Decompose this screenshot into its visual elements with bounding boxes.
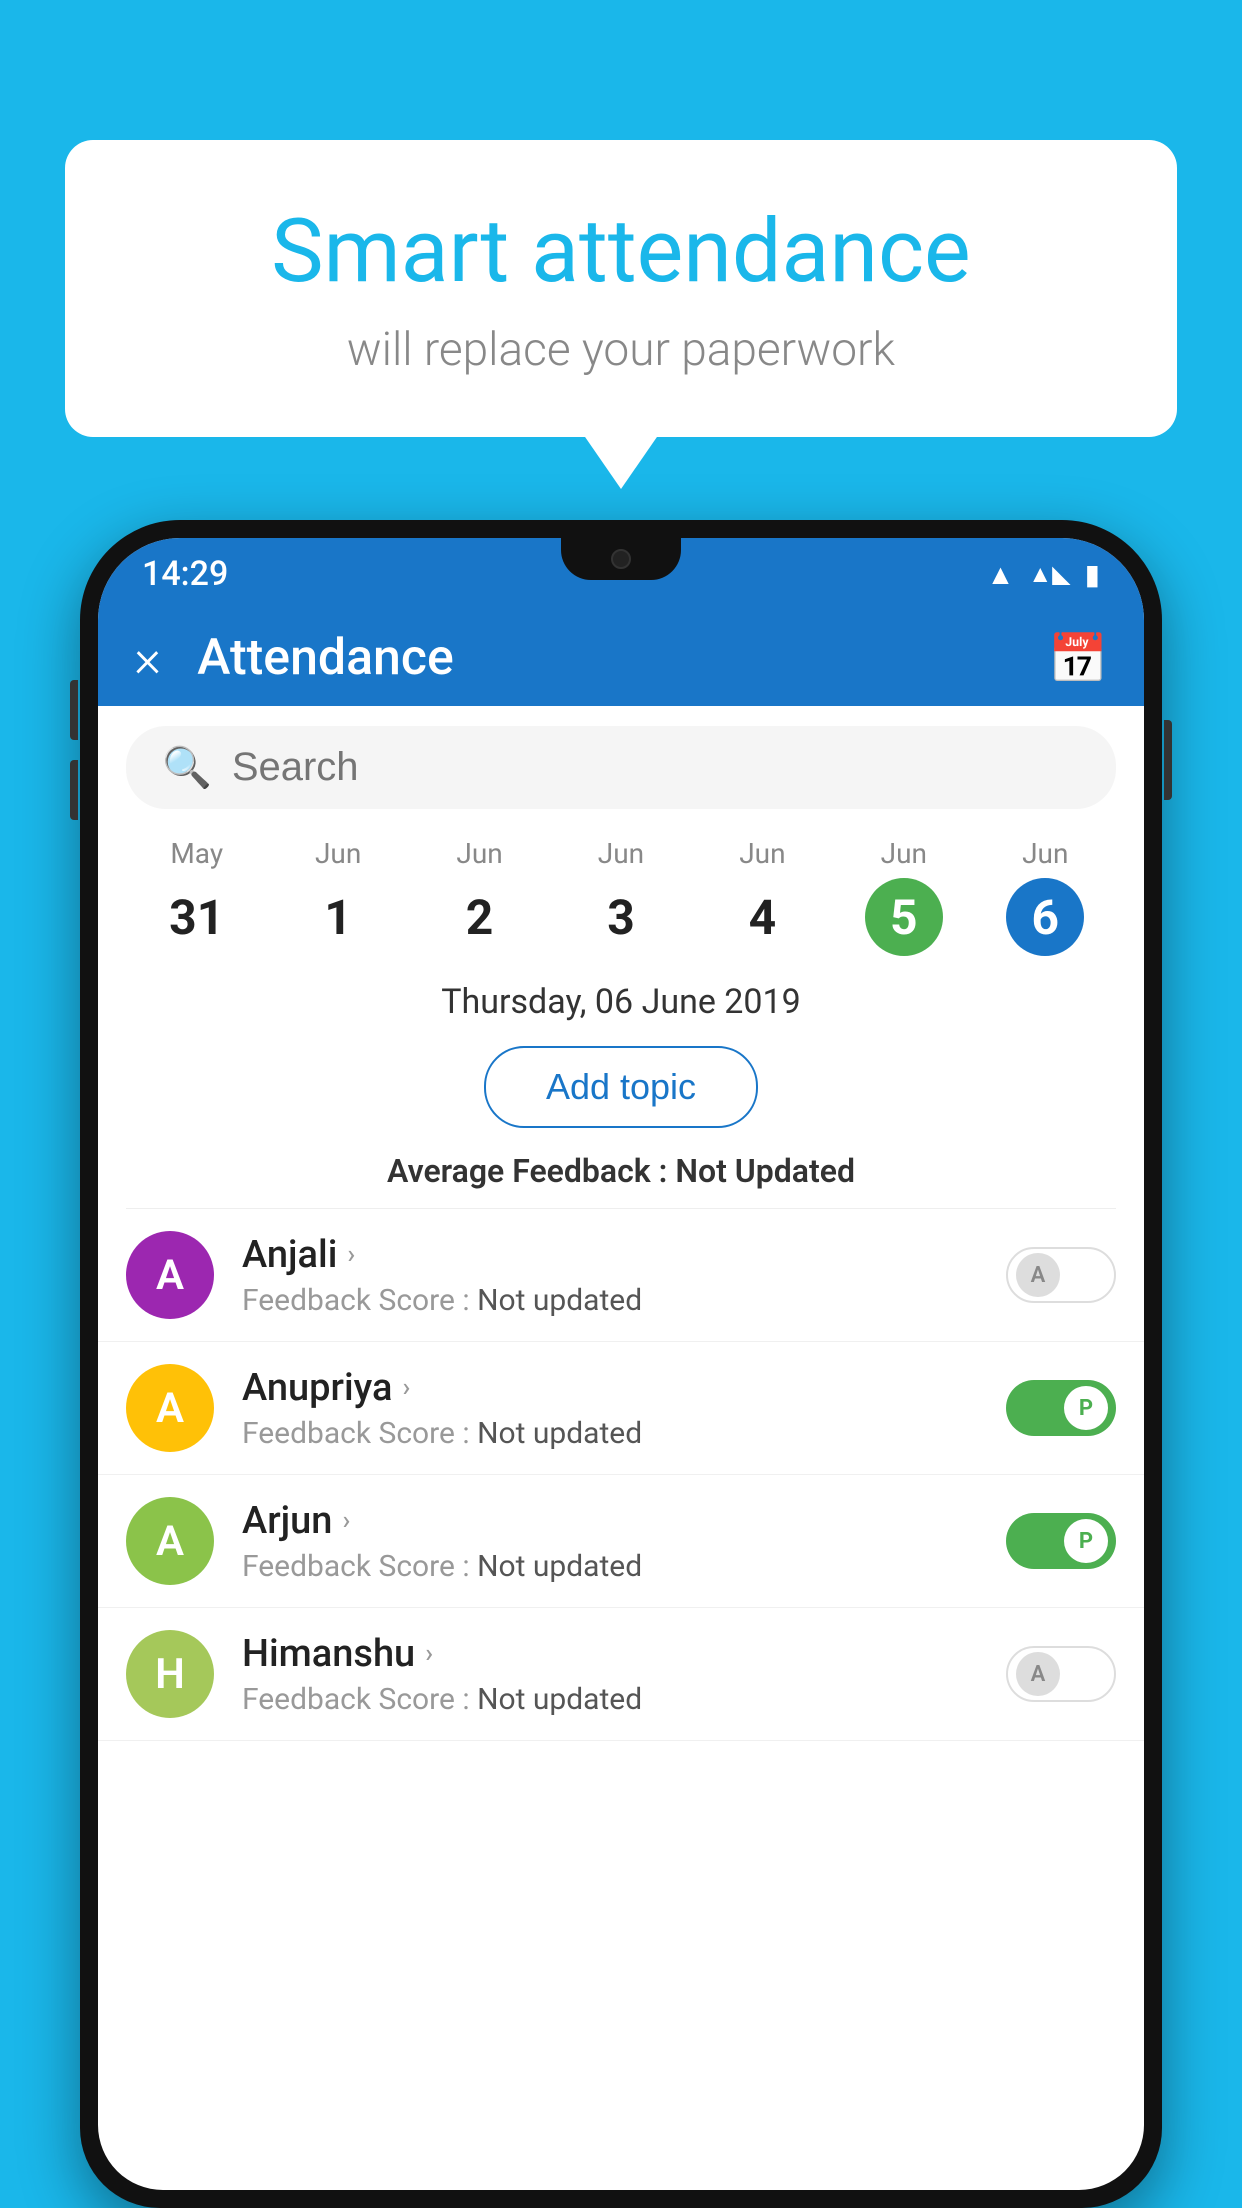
date-item-jun4[interactable]: Jun 4 bbox=[692, 837, 833, 956]
search-bar[interactable]: 🔍 bbox=[126, 726, 1116, 809]
speech-bubble-container: Smart attendance will replace your paper… bbox=[65, 140, 1177, 437]
status-time: 14:29 bbox=[142, 554, 228, 594]
average-feedback: Average Feedback : Not Updated bbox=[98, 1138, 1144, 1208]
student-name-himanshu: Himanshu › bbox=[242, 1632, 1006, 1676]
power-button bbox=[1164, 720, 1172, 800]
phone-frame: 14:29 ▲ ▲◣ ▮ × Attendance 📅 🔍 May bbox=[80, 520, 1162, 2208]
status-bar: 14:29 ▲ ▲◣ ▮ bbox=[98, 538, 1144, 610]
toggle-anjali[interactable]: A bbox=[1006, 1247, 1116, 1303]
student-info-himanshu: Himanshu › Feedback Score : Not updated bbox=[242, 1632, 1006, 1717]
toggle-knob-anjali: A bbox=[1016, 1253, 1060, 1297]
toggle-knob-himanshu: A bbox=[1016, 1652, 1060, 1696]
toggle-arjun[interactable]: P bbox=[1006, 1513, 1116, 1569]
selected-date-label: Thursday, 06 June 2019 bbox=[98, 964, 1144, 1036]
front-camera bbox=[611, 549, 631, 569]
app-title: Attendance bbox=[197, 629, 1048, 687]
bubble-title: Smart attendance bbox=[145, 200, 1097, 303]
student-info-anupriya: Anupriya › Feedback Score : Not updated bbox=[242, 1366, 1006, 1451]
student-item-anjali[interactable]: A Anjali › Feedback Score : Not updated … bbox=[98, 1209, 1144, 1342]
date-item-jun3[interactable]: Jun 3 bbox=[550, 837, 691, 956]
wifi-icon: ▲ bbox=[987, 558, 1015, 591]
toggle-knob-arjun: P bbox=[1064, 1519, 1108, 1563]
vol-down-button bbox=[70, 760, 78, 820]
avatar-anupriya: A bbox=[126, 1364, 214, 1452]
student-name-arjun: Arjun › bbox=[242, 1499, 1006, 1543]
feedback-score-himanshu: Feedback Score : Not updated bbox=[242, 1682, 1006, 1717]
avg-feedback-value: Not Updated bbox=[675, 1152, 855, 1190]
notch bbox=[561, 538, 681, 580]
student-name-anupriya: Anupriya › bbox=[242, 1366, 1006, 1410]
phone-screen: 14:29 ▲ ▲◣ ▮ × Attendance 📅 🔍 May bbox=[98, 538, 1144, 2190]
chevron-icon: › bbox=[347, 1240, 355, 1270]
feedback-score-arjun: Feedback Score : Not updated bbox=[242, 1549, 1006, 1584]
vol-up-button bbox=[70, 680, 78, 740]
toggle-knob-anupriya: P bbox=[1064, 1386, 1108, 1430]
calendar-icon[interactable]: 📅 bbox=[1048, 630, 1108, 687]
chevron-icon: › bbox=[425, 1639, 433, 1669]
student-item-himanshu[interactable]: H Himanshu › Feedback Score : Not update… bbox=[98, 1608, 1144, 1741]
battery-icon: ▮ bbox=[1085, 558, 1100, 591]
student-name-anjali: Anjali › bbox=[242, 1233, 1006, 1277]
status-icons: ▲ ▲◣ ▮ bbox=[987, 558, 1100, 591]
date-item-jun2[interactable]: Jun 2 bbox=[409, 837, 550, 956]
signal-icon: ▲◣ bbox=[1028, 560, 1070, 589]
toggle-anupriya[interactable]: P bbox=[1006, 1380, 1116, 1436]
date-item-jun6[interactable]: Jun 6 bbox=[975, 837, 1116, 956]
student-info-anjali: Anjali › Feedback Score : Not updated bbox=[242, 1233, 1006, 1318]
speech-bubble: Smart attendance will replace your paper… bbox=[65, 140, 1177, 437]
avatar-arjun: A bbox=[126, 1497, 214, 1585]
bubble-subtitle: will replace your paperwork bbox=[145, 323, 1097, 377]
feedback-score-anjali: Feedback Score : Not updated bbox=[242, 1283, 1006, 1318]
chevron-icon: › bbox=[342, 1506, 350, 1536]
student-info-arjun: Arjun › Feedback Score : Not updated bbox=[242, 1499, 1006, 1584]
feedback-score-anupriya: Feedback Score : Not updated bbox=[242, 1416, 1006, 1451]
chevron-icon: › bbox=[402, 1373, 410, 1403]
toggle-himanshu[interactable]: A bbox=[1006, 1646, 1116, 1702]
search-input[interactable] bbox=[232, 745, 1080, 790]
add-topic-button[interactable]: Add topic bbox=[484, 1046, 758, 1128]
avg-feedback-label: Average Feedback : bbox=[387, 1152, 675, 1190]
close-button[interactable]: × bbox=[134, 628, 161, 689]
avatar-himanshu: H bbox=[126, 1630, 214, 1718]
student-item-anupriya[interactable]: A Anupriya › Feedback Score : Not update… bbox=[98, 1342, 1144, 1475]
date-strip: May 31 Jun 1 Jun 2 Jun 3 Jun 4 Jun 5 bbox=[98, 821, 1144, 964]
avatar-anjali: A bbox=[126, 1231, 214, 1319]
date-item-may31[interactable]: May 31 bbox=[126, 837, 267, 956]
student-item-arjun[interactable]: A Arjun › Feedback Score : Not updated P bbox=[98, 1475, 1144, 1608]
date-item-jun5[interactable]: Jun 5 bbox=[833, 837, 974, 956]
app-bar: × Attendance 📅 bbox=[98, 610, 1144, 706]
date-item-jun1[interactable]: Jun 1 bbox=[267, 837, 408, 956]
search-icon: 🔍 bbox=[162, 744, 212, 791]
